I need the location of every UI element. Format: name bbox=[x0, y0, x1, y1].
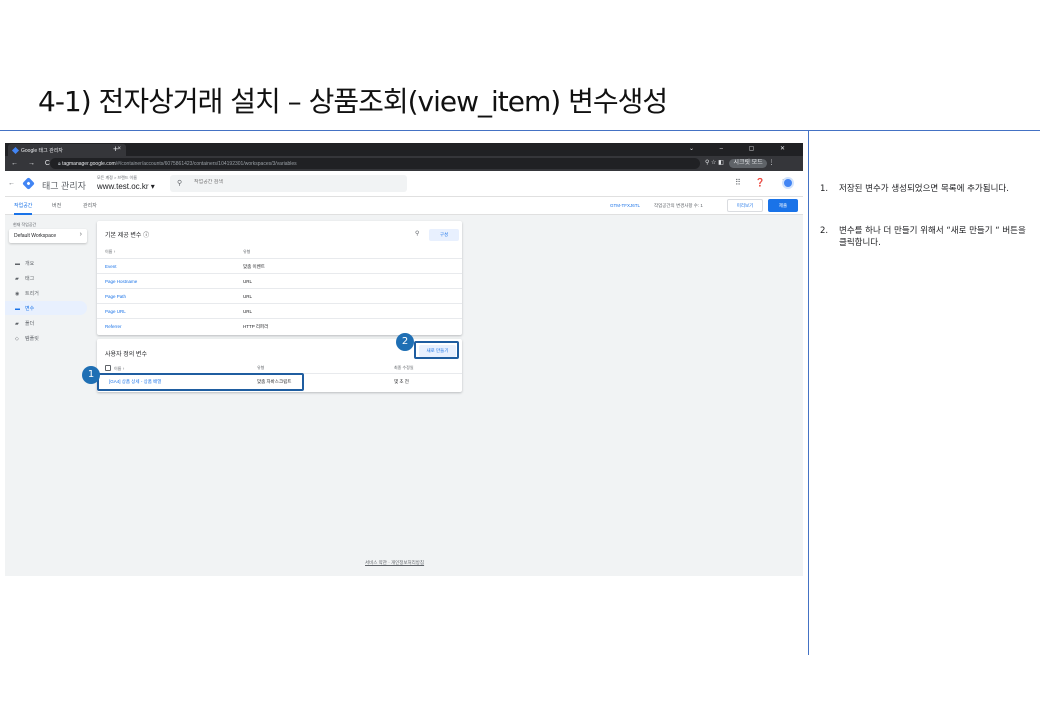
sidebar-item-label: 변수 bbox=[25, 306, 35, 312]
note-number: 1. bbox=[820, 184, 829, 194]
browser-tab[interactable]: Google 태그 관리자 × bbox=[8, 144, 126, 156]
sidebar-item-label: 폴더 bbox=[25, 321, 35, 327]
preview-button[interactable]: 미리보기 bbox=[727, 199, 763, 212]
variable-name-link[interactable]: Page Path bbox=[105, 294, 126, 299]
sidebar-item-label: 트리거 bbox=[25, 291, 39, 297]
user-defined-variables-title: 사용자 정의 변수 bbox=[105, 352, 147, 358]
builtin-variables-title: 기본 제공 변수 ⓘ bbox=[105, 233, 150, 239]
avatar[interactable] bbox=[782, 177, 794, 189]
step-marker-2: 2 bbox=[396, 333, 414, 351]
folder-icon: ▰ bbox=[15, 321, 19, 327]
step-marker-1: 1 bbox=[82, 366, 100, 384]
address-bar-icons[interactable]: ⚲ ☆ ◧ bbox=[705, 160, 724, 166]
search-input[interactable] bbox=[194, 179, 394, 185]
browser-address-bar: ← → C 🔒︎ tagmanager.google.com/#/contain… bbox=[5, 156, 803, 171]
template-icon: ◇ bbox=[15, 336, 19, 342]
slide-title: 4-1) 전자상거래 설치 – 상품조회(view_item) 변수생성 bbox=[38, 85, 668, 118]
variable-type: URL bbox=[243, 309, 253, 314]
url-path: /#/container/accounts/6075861423/contain… bbox=[115, 161, 297, 167]
note-item: 1. 저장된 변수가 생성되었으면 목록에 추가됨니다. bbox=[820, 183, 1035, 195]
sidebar-item-variables[interactable]: ▬ 변수 bbox=[5, 301, 87, 315]
sidebar-item-templates[interactable]: ◇ 템플릿 bbox=[5, 331, 87, 345]
sub-navigation: 작업공간 버전 관리자 GTM-TFXJ6TL 작업공간의 변경사항 수: 1 … bbox=[5, 197, 803, 215]
workspace-name: Default Workspace bbox=[14, 233, 57, 239]
sidebar-item-label: 태그 bbox=[25, 276, 35, 282]
note-text: 변수를 하나 더 만들기 위해서 “새로 만들기 “ 버튼을 클릭합니다. bbox=[839, 226, 1026, 248]
tab-admin[interactable]: 관리자 bbox=[83, 202, 97, 209]
divider-vertical bbox=[808, 130, 809, 655]
column-header-type: 유형 bbox=[257, 365, 265, 370]
workspace-label: 현재 작업공간 bbox=[13, 222, 37, 227]
nav-buttons[interactable]: ← → C bbox=[11, 159, 54, 168]
app-name: 태그 관리자 bbox=[42, 181, 86, 191]
builtin-variables-card: 기본 제공 변수 ⓘ ⚲ 구성 이름 ↑ 유형 Event 맞춤 이벤트 Page… bbox=[97, 221, 462, 335]
address-bar-actions: ⚲ ☆ ◧ 시크릿 모드 ⋮ bbox=[705, 159, 774, 168]
gtm-logo-icon bbox=[22, 177, 35, 190]
gtm-favicon-icon bbox=[11, 146, 20, 155]
tab-title: Google 태그 관리자 bbox=[21, 148, 63, 154]
new-tab-button[interactable]: + bbox=[113, 144, 118, 155]
workspace-changes: 작업공간의 변경사항 수: 1 bbox=[654, 203, 703, 208]
footer-links[interactable]: 서비스 약관 · 개인정보처리방침 bbox=[365, 560, 424, 566]
variable-name-link[interactable]: Referrer bbox=[105, 324, 122, 329]
sidebar-item-label: 개요 bbox=[25, 261, 35, 267]
table-row[interactable]: Page URL URL bbox=[97, 303, 462, 318]
variable-name-link[interactable]: Page Hostname bbox=[105, 279, 137, 284]
variable-type: HTTP 리퍼러 bbox=[243, 324, 269, 329]
column-header-name[interactable]: 이름 ↑ bbox=[105, 365, 124, 372]
browser-menu-icon[interactable]: ⋮ bbox=[768, 160, 774, 166]
url-host: tagmanager.google.com bbox=[62, 161, 116, 167]
tag-icon: ▰ bbox=[15, 276, 19, 282]
trigger-icon: ◉ bbox=[15, 291, 20, 297]
variable-type: URL bbox=[243, 294, 253, 299]
container-id[interactable]: GTM-TFXJ6TL bbox=[610, 203, 640, 208]
select-all-checkbox[interactable] bbox=[105, 365, 111, 371]
container-selector[interactable]: www.test.oc.kr ▾ bbox=[97, 182, 155, 191]
overview-icon: ▬ bbox=[15, 261, 20, 267]
chevron-right-icon: › bbox=[79, 231, 82, 238]
divider-horizontal bbox=[0, 130, 1040, 131]
workspace-selector[interactable]: Default Workspace › bbox=[9, 229, 87, 243]
configure-button[interactable]: 구성 bbox=[429, 229, 459, 241]
sidebar-item-overview[interactable]: ▬ 개요 bbox=[5, 256, 87, 270]
note-item: 2. 변수를 하나 더 만들기 위해서 “새로 만들기 “ 버튼을 클릭합니다. bbox=[820, 225, 1035, 249]
url-field[interactable]: 🔒︎ tagmanager.google.com/#/container/acc… bbox=[50, 158, 700, 169]
variable-name-link[interactable]: Page URL bbox=[105, 309, 126, 314]
sidebar-item-label: 템플릿 bbox=[25, 336, 39, 342]
tab-workspace[interactable]: 작업공간 bbox=[14, 202, 33, 215]
note-number: 2. bbox=[820, 226, 829, 236]
table-row[interactable]: Referrer HTTP 리퍼러 bbox=[97, 318, 462, 333]
window-controls[interactable]: ⌄ – ▢ ✕ bbox=[689, 144, 797, 155]
account-breadcrumb[interactable]: 모든 계정 > 브랜드 이름 bbox=[97, 175, 137, 181]
sidebar-item-tags[interactable]: ▰ 태그 bbox=[5, 271, 87, 285]
column-header-type: 유형 bbox=[243, 249, 251, 254]
search-icon: ⚲ bbox=[177, 180, 183, 187]
submit-button[interactable]: 제출 bbox=[768, 199, 798, 212]
variable-type: URL bbox=[243, 279, 253, 284]
variable-icon: ▬ bbox=[15, 306, 20, 312]
incognito-profile-button[interactable]: 시크릿 모드 bbox=[729, 159, 767, 168]
sidebar-item-folders[interactable]: ▰ 폴더 bbox=[5, 316, 87, 330]
table-row[interactable]: Page Path URL bbox=[97, 288, 462, 303]
variable-modified: 몇 초 전 bbox=[394, 379, 409, 384]
row-highlight-box bbox=[97, 373, 304, 391]
note-text: 저장된 변수가 생성되었으면 목록에 추가됨니다. bbox=[839, 184, 1009, 194]
column-header-modified: 최종 수정일 bbox=[394, 365, 414, 370]
back-arrow-icon[interactable]: ← bbox=[8, 180, 15, 187]
search-icon[interactable]: ⚲ bbox=[415, 230, 419, 237]
instruction-notes: 1. 저장된 변수가 생성되었으면 목록에 추가됨니다. 2. 변수를 하나 더… bbox=[820, 183, 1035, 279]
table-row[interactable]: Event 맞춤 이벤트 bbox=[97, 258, 462, 273]
button-highlight-box bbox=[414, 341, 459, 359]
sidebar-item-triggers[interactable]: ◉ 트리거 bbox=[5, 286, 87, 300]
screenshot-frame: Google 태그 관리자 × + ⌄ – ▢ ✕ ← → C 🔒︎ tagma… bbox=[5, 143, 803, 576]
browser-tab-bar: Google 태그 관리자 × + ⌄ – ▢ ✕ bbox=[5, 143, 803, 156]
variable-type: 맞춤 이벤트 bbox=[243, 264, 265, 269]
variable-name-link[interactable]: Event bbox=[105, 264, 117, 269]
workspace-search[interactable]: ⚲ bbox=[170, 175, 407, 192]
tab-versions[interactable]: 버전 bbox=[52, 202, 61, 209]
column-header-name[interactable]: 이름 ↑ bbox=[105, 249, 115, 255]
table-row[interactable]: Page Hostname URL bbox=[97, 273, 462, 288]
gtm-header: ← 태그 관리자 모든 계정 > 브랜드 이름 www.test.oc.kr ▾… bbox=[5, 171, 803, 197]
